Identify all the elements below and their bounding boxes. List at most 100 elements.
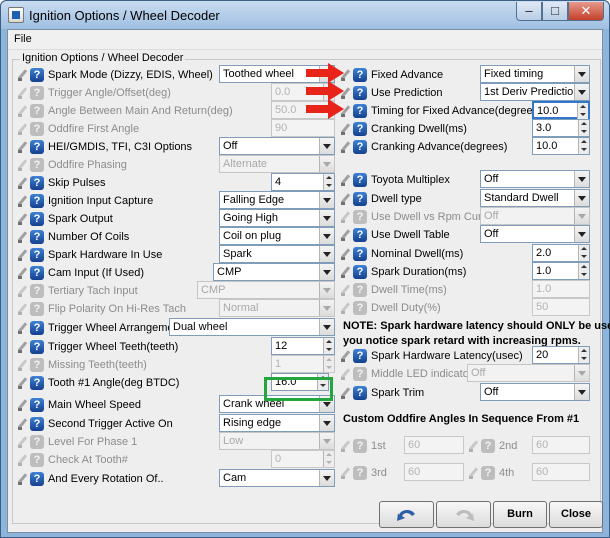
edit-pencil-icon[interactable] bbox=[17, 140, 28, 154]
help-icon[interactable]: ? bbox=[353, 192, 367, 206]
hei-options-select[interactable]: Off bbox=[219, 137, 335, 155]
chevron-down-icon[interactable] bbox=[319, 228, 334, 244]
every-rotation-select[interactable]: Cam bbox=[219, 469, 335, 487]
redo-button[interactable] bbox=[436, 501, 491, 528]
spin-down-icon[interactable] bbox=[578, 128, 589, 136]
chevron-down-icon[interactable] bbox=[574, 84, 589, 100]
help-icon[interactable]: ? bbox=[353, 173, 367, 187]
spin-up-icon[interactable] bbox=[578, 263, 589, 271]
chevron-down-icon[interactable] bbox=[319, 470, 334, 486]
help-icon[interactable]: ? bbox=[30, 340, 44, 354]
edit-pencil-icon[interactable] bbox=[17, 417, 28, 431]
edit-pencil-icon[interactable] bbox=[17, 212, 28, 226]
spin-up-icon[interactable] bbox=[577, 103, 588, 111]
help-icon[interactable]: ? bbox=[353, 228, 367, 242]
edit-pencil-icon[interactable] bbox=[340, 173, 351, 187]
edit-pencil-icon[interactable] bbox=[340, 386, 351, 400]
chevron-down-icon[interactable] bbox=[319, 138, 334, 154]
spin-up-icon[interactable] bbox=[323, 338, 334, 346]
help-icon[interactable]: ? bbox=[30, 212, 44, 226]
help-icon[interactable]: ? bbox=[353, 140, 367, 154]
edit-pencil-icon[interactable] bbox=[17, 321, 28, 335]
help-icon[interactable]: ? bbox=[30, 472, 44, 486]
help-icon[interactable]: ? bbox=[30, 230, 44, 244]
chevron-down-icon[interactable] bbox=[319, 415, 334, 431]
spin-up-icon[interactable] bbox=[578, 347, 589, 355]
edit-pencil-icon[interactable] bbox=[340, 349, 351, 363]
dwell-table-select[interactable]: Off bbox=[480, 225, 590, 243]
edit-pencil-icon[interactable] bbox=[340, 228, 351, 242]
title-bar[interactable]: Ignition Options / Wheel Decoder – □ ✕ bbox=[1, 1, 609, 29]
second-trigger-select[interactable]: Rising edge bbox=[219, 414, 335, 432]
edit-pencil-icon[interactable] bbox=[17, 376, 28, 390]
help-icon[interactable]: ? bbox=[353, 265, 367, 279]
wheel-teeth-input[interactable]: 12 bbox=[271, 337, 335, 355]
burn-button[interactable]: Burn bbox=[493, 501, 547, 528]
edit-pencil-icon[interactable] bbox=[17, 194, 28, 208]
edit-pencil-icon[interactable] bbox=[340, 122, 351, 136]
fixed-advance-select[interactable]: Fixed timing bbox=[480, 65, 590, 83]
spin-up-icon[interactable] bbox=[323, 174, 334, 182]
help-icon[interactable]: ? bbox=[353, 86, 367, 100]
edit-pencil-icon[interactable] bbox=[340, 247, 351, 261]
help-icon[interactable]: ? bbox=[30, 321, 44, 335]
cranking-advance-input[interactable]: 10.0 bbox=[532, 137, 590, 155]
spark-output-select[interactable]: Going High bbox=[219, 209, 335, 227]
help-icon[interactable]: ? bbox=[30, 376, 44, 390]
spark-hardware-select[interactable]: Spark bbox=[219, 245, 335, 263]
edit-pencil-icon[interactable] bbox=[17, 340, 28, 354]
toyota-multiplex-select[interactable]: Off bbox=[480, 170, 590, 188]
edit-pencil-icon[interactable] bbox=[340, 265, 351, 279]
help-icon[interactable]: ? bbox=[30, 68, 44, 82]
timing-fixed-input[interactable]: 10.0 bbox=[532, 101, 590, 119]
hw-latency-input[interactable]: 20 bbox=[532, 346, 590, 364]
edit-pencil-icon[interactable] bbox=[17, 248, 28, 262]
help-icon[interactable]: ? bbox=[30, 176, 44, 190]
spark-trim-select[interactable]: Off bbox=[480, 383, 590, 401]
chevron-down-icon[interactable] bbox=[574, 384, 589, 400]
edit-pencil-icon[interactable] bbox=[17, 472, 28, 486]
edit-pencil-icon[interactable] bbox=[17, 398, 28, 412]
trigger-wheel-select[interactable]: Dual wheel bbox=[169, 318, 335, 336]
help-icon[interactable]: ? bbox=[353, 386, 367, 400]
help-icon[interactable]: ? bbox=[353, 104, 367, 118]
spin-up-icon[interactable] bbox=[578, 245, 589, 253]
help-icon[interactable]: ? bbox=[353, 68, 367, 82]
spin-down-icon[interactable] bbox=[578, 355, 589, 363]
cam-input-select[interactable]: CMP bbox=[213, 263, 335, 281]
edit-pencil-icon[interactable] bbox=[340, 140, 351, 154]
chevron-down-icon[interactable] bbox=[574, 66, 589, 82]
menu-file[interactable]: File bbox=[14, 33, 32, 45]
skip-pulses-input[interactable]: 4 bbox=[271, 173, 335, 191]
edit-pencil-icon[interactable] bbox=[17, 266, 28, 280]
chevron-down-icon[interactable] bbox=[319, 246, 334, 262]
num-coils-select[interactable]: Coil on plug bbox=[219, 227, 335, 245]
chevron-down-icon[interactable] bbox=[319, 264, 334, 280]
chevron-down-icon[interactable] bbox=[574, 171, 589, 187]
dwell-type-select[interactable]: Standard Dwell bbox=[480, 189, 590, 207]
cranking-dwell-input[interactable]: 3.0 bbox=[532, 119, 590, 137]
maximize-button[interactable]: □ bbox=[542, 2, 568, 21]
edit-pencil-icon[interactable] bbox=[340, 192, 351, 206]
edit-pencil-icon[interactable] bbox=[17, 230, 28, 244]
nominal-dwell-input[interactable]: 2.0 bbox=[532, 244, 590, 262]
help-icon[interactable]: ? bbox=[353, 349, 367, 363]
help-icon[interactable]: ? bbox=[30, 194, 44, 208]
spark-duration-input[interactable]: 1.0 bbox=[532, 262, 590, 280]
help-icon[interactable]: ? bbox=[353, 122, 367, 136]
chevron-down-icon[interactable] bbox=[319, 210, 334, 226]
help-icon[interactable]: ? bbox=[30, 398, 44, 412]
spin-down-icon[interactable] bbox=[577, 111, 588, 119]
chevron-down-icon[interactable] bbox=[574, 190, 589, 206]
help-icon[interactable]: ? bbox=[30, 140, 44, 154]
spin-down-icon[interactable] bbox=[578, 253, 589, 261]
help-icon[interactable]: ? bbox=[30, 248, 44, 262]
spin-up-icon[interactable] bbox=[578, 120, 589, 128]
undo-button[interactable] bbox=[379, 501, 434, 528]
help-icon[interactable]: ? bbox=[30, 266, 44, 280]
minimize-button[interactable]: – bbox=[516, 2, 542, 21]
spin-down-icon[interactable] bbox=[323, 182, 334, 190]
spin-down-icon[interactable] bbox=[578, 146, 589, 154]
chevron-down-icon[interactable] bbox=[319, 192, 334, 208]
close-window-button[interactable]: ✕ bbox=[568, 2, 604, 21]
